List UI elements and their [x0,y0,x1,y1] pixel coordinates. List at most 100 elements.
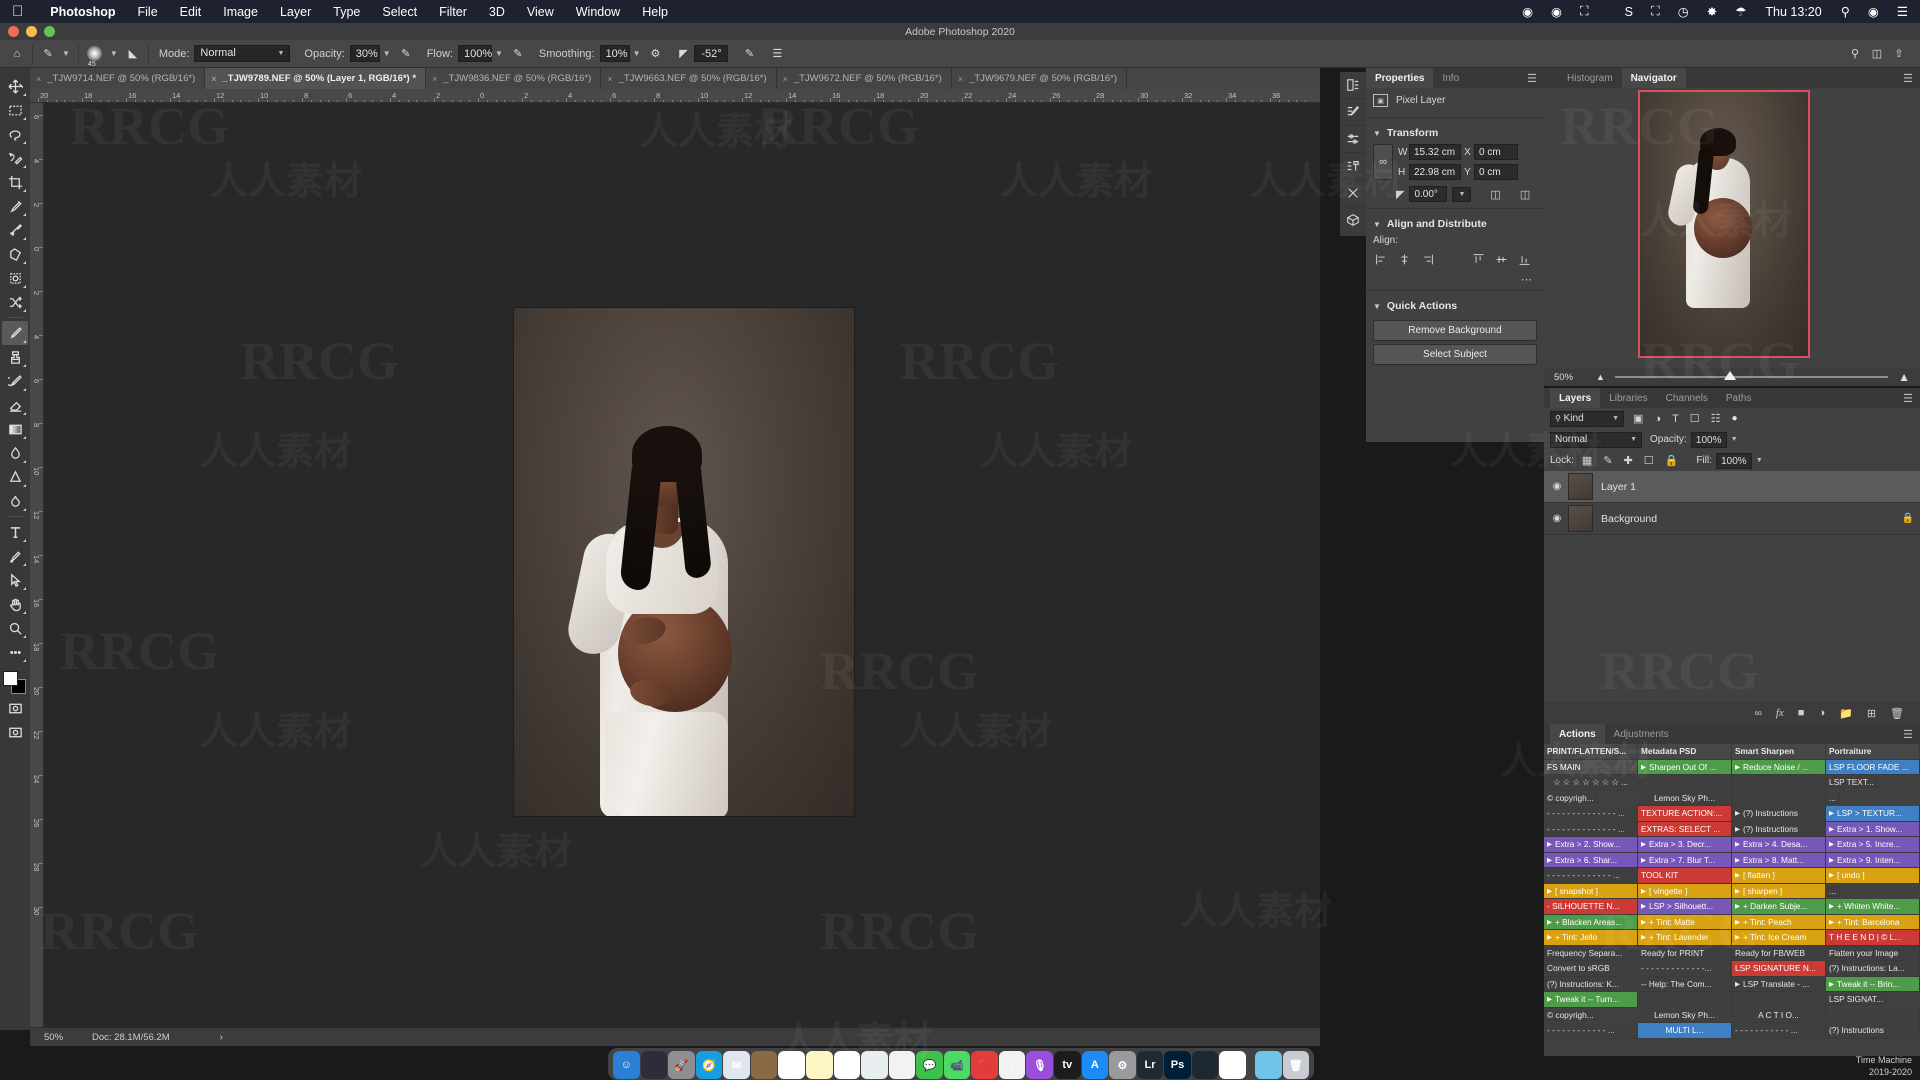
play-action-icon[interactable]: ▶ [1735,763,1740,771]
shape-filter-icon[interactable]: ☐ [1690,412,1700,425]
edit-toolbar-tool[interactable] [2,640,28,664]
spot-healing-brush-tool[interactable] [2,218,28,242]
action-item[interactable]: ▶ LSP Translate - ... [1732,976,1826,992]
menubar-clock[interactable]: Thu 13:20 [1755,5,1831,19]
add-mask-icon[interactable]: ■ [1798,707,1805,719]
action-item[interactable]: ▶ Extra > 2. Show... [1544,837,1638,853]
flip-vertical-icon[interactable]: ◫ [1520,188,1530,201]
angle-input[interactable]: -52° [694,45,729,62]
action-item[interactable]: ☆ ☆ ☆ ☆ ☆ ☆ ☆ ... [1544,775,1638,791]
horizontal-ruler[interactable]: 20 18 16 14 12 10 8 6 4 2 0 2 4 6 8 10 12 14 16 18 20 22 24 26 2… [30,89,1320,103]
adjustment-layer-icon[interactable]: ◑ [1818,707,1825,719]
play-action-icon[interactable]: ▶ [1641,840,1646,848]
play-action-icon[interactable]: ▶ [1735,809,1740,817]
action-item[interactable]: ▶ + Tint: Lavender [1638,930,1732,946]
type-tool[interactable] [2,520,28,544]
gradient-tool[interactable] [2,417,28,441]
brush-size-preview[interactable]: 45 [83,46,107,68]
layer-blend-mode-select[interactable]: Normal ▼ [1550,431,1642,448]
align-top-icon[interactable] [1470,252,1487,267]
angle-input[interactable]: 0.00° [1409,186,1448,202]
layer-visibility-icon[interactable]: ◉ [1550,513,1564,524]
topaz-icon[interactable]: ★ [1219,1051,1246,1079]
calendar-icon[interactable]: 9 [778,1051,805,1079]
quick-selection-tool[interactable] [2,146,28,170]
action-item[interactable]: ▶ Extra > 5. Incre... [1826,837,1920,853]
close-tab-icon[interactable]: × [432,74,437,84]
chevron-down-icon[interactable]: ▼ [1731,436,1738,443]
menu-item-view[interactable]: View [516,5,565,19]
action-item[interactable]: ▶[ vingette ] [1638,883,1732,899]
menu-item-filter[interactable]: Filter [428,5,478,19]
close-tab-icon[interactable]: × [607,74,612,84]
mail-icon[interactable]: ✉ [723,1051,750,1079]
action-item[interactable]: TOOL KIT [1638,868,1732,884]
action-item[interactable]: (?) Instructions [1826,1023,1920,1039]
action-item[interactable]: - - - - - - - - - - - - - ... [1544,868,1638,884]
tab-paths[interactable]: Paths [1717,388,1761,408]
play-action-icon[interactable]: ▶ [1641,902,1646,910]
chevron-down-icon[interactable]: ▼ [110,49,118,58]
cc-icon[interactable] [1191,1051,1219,1079]
home-icon[interactable]: ⌂ [6,43,28,65]
action-item[interactable]: ▶ Extra > 7. Blur T... [1638,852,1732,868]
document-tab-2[interactable]: × _TJW9836.NEF @ 50% (RGB/16*) [426,68,602,89]
quick-actions-section-header[interactable]: ▼ Quick Actions [1366,295,1544,317]
align-right-icon[interactable] [1419,252,1436,267]
play-action-icon[interactable]: ▶ [1641,763,1646,771]
launchpad-icon[interactable]: 🚀 [668,1051,695,1079]
control-center-icon[interactable]: ☰ [1888,4,1920,19]
tab-layers[interactable]: Layers [1550,388,1601,408]
lightroom-icon[interactable]: Lr [1136,1051,1164,1079]
play-action-icon[interactable]: ▶ [1829,902,1834,910]
action-item[interactable]: ▶ (?) Instructions [1732,806,1826,822]
lasso-tool[interactable] [2,122,28,146]
play-action-icon[interactable]: ▶ [1641,856,1646,864]
play-action-icon[interactable]: ▶ [1829,856,1834,864]
action-item[interactable]: T H E E N D | © L... [1826,930,1920,946]
tab-info[interactable]: Info [1433,68,1468,88]
play-action-icon[interactable]: ▶ [1829,825,1834,833]
filter-toggle-icon[interactable]: ● [1732,413,1738,424]
navigator-zoom-slider[interactable] [1614,371,1889,380]
action-item[interactable]: ▶ Sharpen Out Of ... [1638,759,1732,775]
play-action-icon[interactable]: ▶ [1547,887,1552,895]
messages-icon[interactable]: 💬 [916,1051,943,1079]
blur-tool[interactable] [2,441,28,465]
content-aware-fill-tool[interactable] [2,266,28,290]
chevron-down-icon[interactable]: ▼ [62,49,70,58]
action-item[interactable]: Lemon Sky Ph... [1638,790,1732,806]
foreground-color-swatch[interactable] [3,671,18,686]
facetime-icon[interactable]: 📹 [943,1051,971,1079]
action-item[interactable]: © copyrigh... [1544,1009,1598,1021]
layer-thumbnail[interactable] [1568,473,1593,500]
display-icon[interactable]: ⛶ [1571,4,1598,19]
action-item[interactable]: LSP SIGNAT... [1826,994,1888,1005]
play-action-icon[interactable]: ▶ [1641,933,1646,941]
play-action-icon[interactable]: ▶ [1641,887,1646,895]
action-item[interactable] [1732,775,1826,791]
trash-icon[interactable]: 🗑 [1282,1051,1310,1079]
system-preferences-icon[interactable]: ⚙ [1109,1051,1136,1079]
action-item[interactable]: © copyrigh... [1544,792,1598,804]
layer-row[interactable]: ◉ Layer 1 [1544,471,1920,503]
align-section-header[interactable]: ▼ Align and Distribute [1366,213,1544,235]
symmetry-icon[interactable]: ☰ [766,43,788,65]
menu-item-3d[interactable]: 3D [478,5,516,19]
smoothing-input[interactable]: 10% [599,45,630,62]
clone-stamp-tool[interactable] [2,345,28,369]
adjustments-sliders-icon[interactable] [1340,126,1366,153]
remove-background-button[interactable]: Remove Background [1373,320,1537,341]
action-item[interactable]: -- Help: The Com... [1638,976,1732,992]
action-item[interactable]: ▶ Tweak it -- Brin... [1826,976,1920,992]
menu-item-file[interactable]: File [127,5,169,19]
panel-menu-icon[interactable]: ☰ [1896,68,1920,88]
document-tab-5[interactable]: × _TJW9679.NEF @ 50% (RGB/16*) [951,68,1128,89]
siri-icon[interactable] [640,1051,668,1079]
notes-icon[interactable] [805,1051,833,1079]
action-item[interactable]: Flatten your Image [1826,945,1920,961]
close-tab-icon[interactable]: × [958,74,963,84]
height-input[interactable]: 22.98 cm [1409,164,1461,180]
play-action-icon[interactable]: ▶ [1735,840,1740,848]
do-not-disturb-icon[interactable]: 🚫 [971,1051,998,1079]
